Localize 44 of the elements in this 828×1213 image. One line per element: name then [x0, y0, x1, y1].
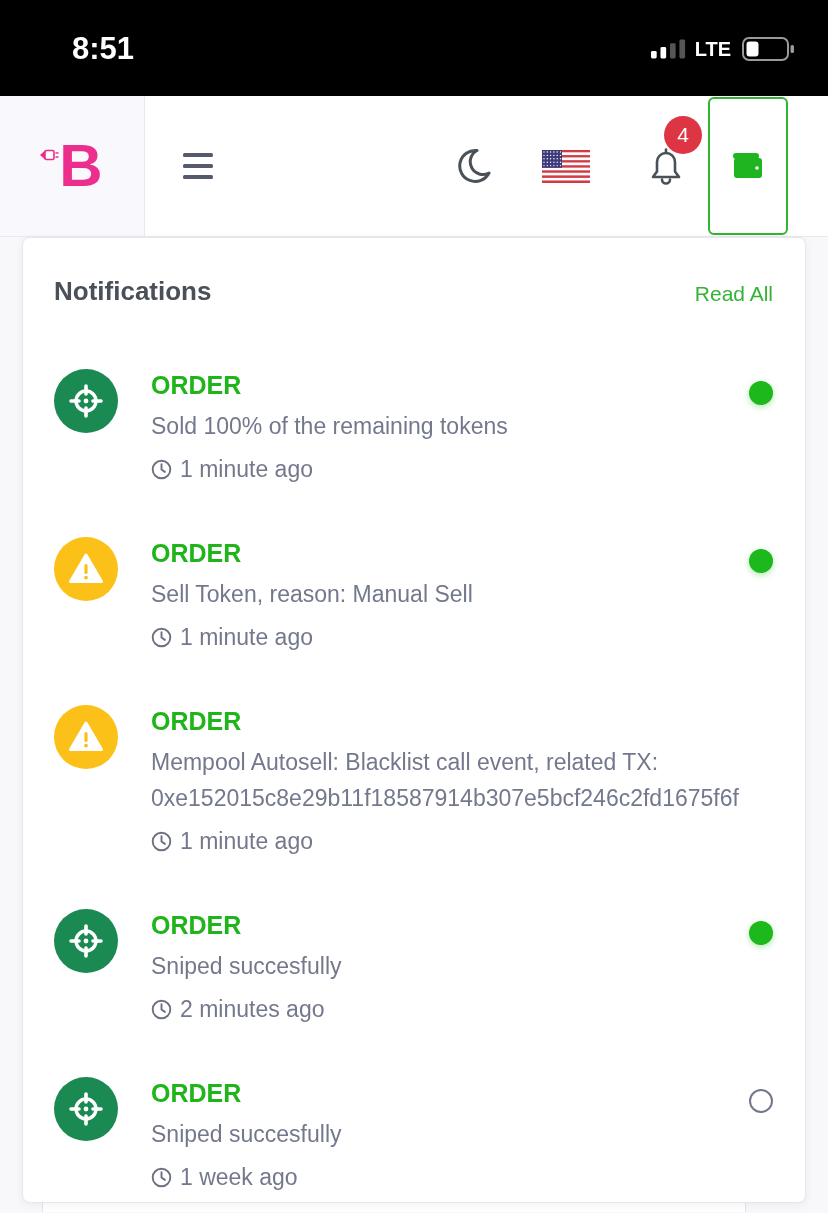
- crosshair-icon: [54, 1077, 118, 1141]
- notification-badge: 4: [664, 116, 702, 154]
- clock-icon: [151, 1166, 172, 1188]
- notification-time: 1 minute ago: [180, 827, 313, 856]
- notification-message: Sniped succesfully: [151, 1120, 343, 1149]
- notification-item[interactable]: ORDER Sell Token, reason: Manual Sell 1 minute ago: [54, 537, 773, 655]
- notification-title: ORDER: [151, 1078, 242, 1109]
- notification-item[interactable]: ORDER Sniped succesfully 1 week ago: [54, 1077, 773, 1195]
- read-all-link[interactable]: Read All: [694, 279, 773, 308]
- notification-time: 1 minute ago: [180, 455, 313, 484]
- notification-time: 1 week ago: [180, 1163, 298, 1192]
- notification-time: 1 minute ago: [180, 623, 313, 652]
- notification-message: Mempool Autosell: Blacklist call event, related TX: 0xe152015c8e29b11f18587914b307e5bcf246c2fd1675f6f: [151, 748, 740, 813]
- notification-message: Sell Token, reason: Manual Sell: [151, 580, 474, 609]
- clock-icon: [151, 998, 172, 1020]
- clock-icon: [151, 458, 172, 480]
- notification-time: 2 minutes ago: [180, 995, 325, 1024]
- notification-title: ORDER: [151, 370, 242, 401]
- wallet-icon: [733, 152, 763, 179]
- clock-icon: [151, 830, 172, 852]
- notification-title: ORDER: [151, 538, 242, 569]
- crosshair-icon: [54, 909, 118, 973]
- panel-title: Notifications: [54, 275, 212, 308]
- warning-icon: [54, 705, 118, 769]
- rocket-icon: [39, 148, 60, 162]
- moon-icon[interactable]: [457, 148, 491, 184]
- flag-icon[interactable]: [542, 149, 590, 183]
- clock-icon: [151, 626, 172, 648]
- notification-title: ORDER: [151, 910, 242, 941]
- notification-message: Sniped succesfully: [151, 952, 343, 981]
- wallet-button[interactable]: [708, 96, 788, 235]
- menu-icon[interactable]: [183, 153, 213, 179]
- clock-time: 8:51: [72, 31, 135, 67]
- crosshair-icon: [54, 369, 118, 433]
- logo-letter: B: [59, 136, 103, 196]
- notification-item[interactable]: ORDER Sold 100% of the remaining tokens 1 minute ago: [54, 369, 773, 487]
- network-label: LTE: [694, 37, 731, 61]
- notification-item[interactable]: ORDER Mempool Autosell: Blacklist call event, related TX: 0xe152015c8e29b11f18587914b307e5bcf246c2fd1675f6f 1 minute ago: [54, 705, 773, 859]
- signal-icon: [650, 39, 687, 59]
- battery-icon: [742, 37, 795, 61]
- notification-item[interactable]: ORDER Sniped succesfully 2 minutes ago: [54, 909, 773, 1027]
- notification-message: Sold 100% of the remaining tokens: [151, 412, 509, 441]
- warning-icon: [54, 537, 118, 601]
- notification-title: ORDER: [151, 706, 242, 737]
